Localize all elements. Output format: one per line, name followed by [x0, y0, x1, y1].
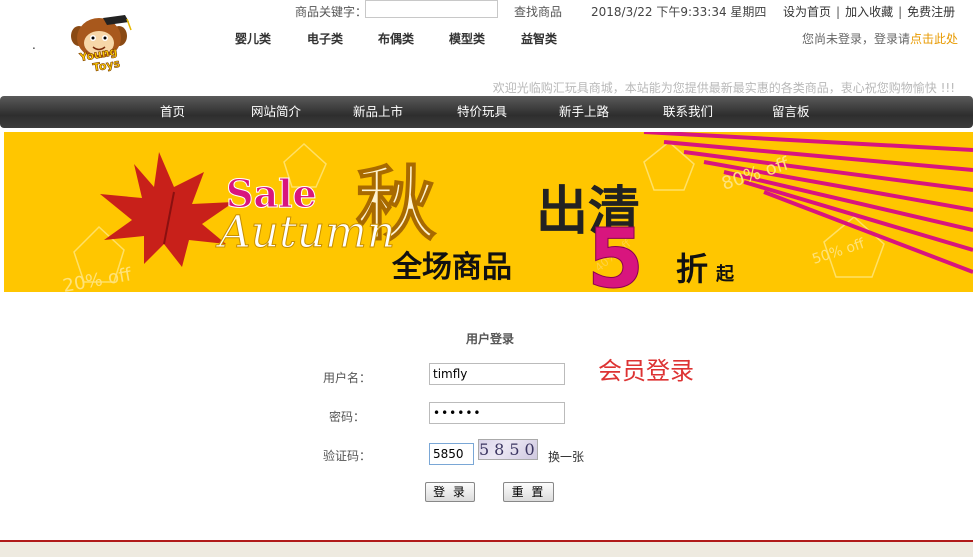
password-field[interactable]: [429, 402, 565, 424]
register-link[interactable]: 免费注册: [907, 5, 955, 19]
dot-mark: .: [32, 38, 36, 52]
nav-beginners-guide[interactable]: 新手上路: [559, 96, 609, 128]
nav-new-arrivals[interactable]: 新品上市: [353, 96, 403, 128]
refresh-captcha-link[interactable]: 换一张: [548, 448, 584, 465]
category-baby[interactable]: 婴儿类: [235, 30, 271, 47]
search-input[interactable]: [365, 0, 498, 18]
reset-button[interactable]: 重 置: [503, 482, 554, 502]
login-link[interactable]: 点击此处: [910, 32, 958, 46]
search-label: 商品关键字：: [295, 5, 368, 19]
welcome-message: 欢迎光临购汇玩具商城，本站能为您提供最新最实惠的各类商品，衷心祝您购物愉快 !!…: [492, 81, 955, 95]
nav-home[interactable]: 首页: [160, 96, 185, 128]
captcha-image[interactable]: 5850: [478, 439, 538, 460]
svg-text:全场商品: 全场商品: [391, 250, 512, 285]
footer: [0, 542, 973, 557]
category-puzzle[interactable]: 益智类: [521, 30, 557, 47]
promo-banner[interactable]: 80% off 50% off 40% off 20% off Sale 秋 A…: [4, 132, 973, 292]
nav-contact[interactable]: 联系我们: [663, 96, 713, 128]
login-status-text: 您尚未登录，登录请: [802, 32, 911, 46]
add-favorite-link[interactable]: 加入收藏: [845, 5, 893, 19]
logo[interactable]: Young Toys: [55, 12, 147, 72]
separator: |: [836, 5, 841, 19]
login-status: 您尚未登录，登录请点击此处: [802, 30, 958, 47]
svg-text:50% off: 50% off: [810, 236, 866, 268]
header: . Young Toys 商品关键字： 查找商品 2018/3/22 下午9:3…: [0, 0, 973, 96]
password-label: 密码：: [329, 410, 366, 424]
svg-text:Autumn: Autumn: [215, 207, 395, 258]
captcha-label: 验证码：: [323, 449, 372, 463]
captcha-field[interactable]: [429, 443, 474, 465]
nav-guestbook[interactable]: 留言板: [772, 96, 810, 128]
nav-special-toys[interactable]: 特价玩具: [457, 96, 507, 128]
username-label: 用户名：: [323, 371, 372, 385]
set-homepage-link[interactable]: 设为首页: [783, 5, 831, 19]
search-button[interactable]: 查找商品: [514, 3, 562, 20]
datetime: 2018/3/22 下午9:33:34 星期四: [591, 5, 767, 19]
svg-text:起: 起: [715, 263, 735, 285]
category-plush[interactable]: 布偶类: [378, 30, 414, 47]
nav-about[interactable]: 网站简介: [251, 96, 301, 128]
login-button[interactable]: 登 录: [425, 482, 475, 502]
svg-text:折: 折: [676, 250, 708, 288]
login-title: 用户登录: [466, 332, 515, 346]
member-login-title: 会员登录: [598, 357, 694, 385]
svg-text:20% off: 20% off: [61, 264, 133, 292]
top-links: 设为首页 | 加入收藏 | 免费注册: [783, 3, 955, 20]
username-field[interactable]: [429, 363, 565, 385]
banner-artwork: 80% off 50% off 40% off 20% off Sale 秋 A…: [61, 132, 973, 292]
category-model[interactable]: 模型类: [449, 30, 485, 47]
main-nav: 首页 网站简介 新品上市 特价玩具 新手上路 联系我们 留言板: [0, 96, 973, 128]
separator: |: [898, 5, 903, 19]
svg-text:5: 5: [587, 212, 644, 292]
category-electronic[interactable]: 电子类: [307, 30, 343, 47]
